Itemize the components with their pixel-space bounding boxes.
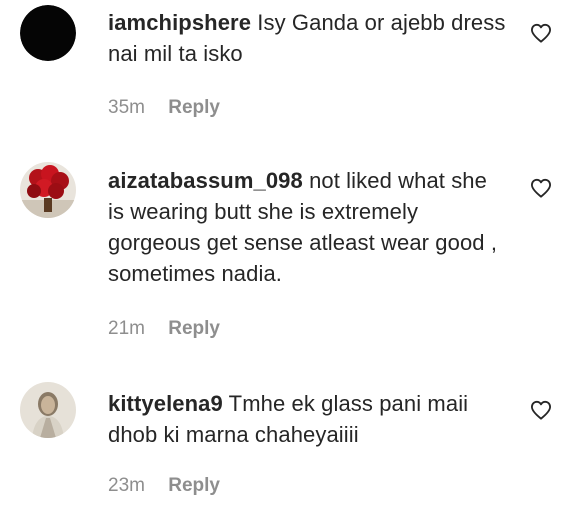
comment-time: 21m	[108, 318, 145, 339]
reply-button[interactable]: Reply	[168, 318, 220, 339]
woman-portrait-avatar-icon	[20, 382, 76, 438]
comment-username[interactable]: aizatabassum_098	[108, 168, 303, 193]
like-heart-icon[interactable]	[530, 400, 552, 420]
red-roses-avatar-icon	[20, 162, 76, 218]
like-heart-icon[interactable]	[530, 178, 552, 198]
comment-body: kittyelena9 Tmhe ek glass pani maii dhob…	[108, 388, 508, 450]
reply-button[interactable]: Reply	[168, 97, 220, 118]
comment-body: aizatabassum_098 not liked what she is w…	[108, 165, 508, 289]
comment-username[interactable]: iamchipshere	[108, 10, 251, 35]
avatar[interactable]	[20, 162, 76, 218]
black-circle-avatar-icon	[20, 5, 76, 61]
comment-meta: 23m Reply	[108, 475, 220, 497]
comment-meta: 35m Reply	[108, 97, 220, 119]
comment-body: iamchipshere Isy Ganda or ajebb dress na…	[108, 7, 508, 69]
reply-button[interactable]: Reply	[168, 475, 220, 496]
comment-time: 35m	[108, 97, 145, 118]
avatar[interactable]	[20, 382, 76, 438]
comment-time: 23m	[108, 475, 145, 496]
like-heart-icon[interactable]	[530, 23, 552, 43]
comment-meta: 21m Reply	[108, 318, 220, 340]
avatar[interactable]	[20, 5, 76, 61]
comment-username[interactable]: kittyelena9	[108, 391, 223, 416]
